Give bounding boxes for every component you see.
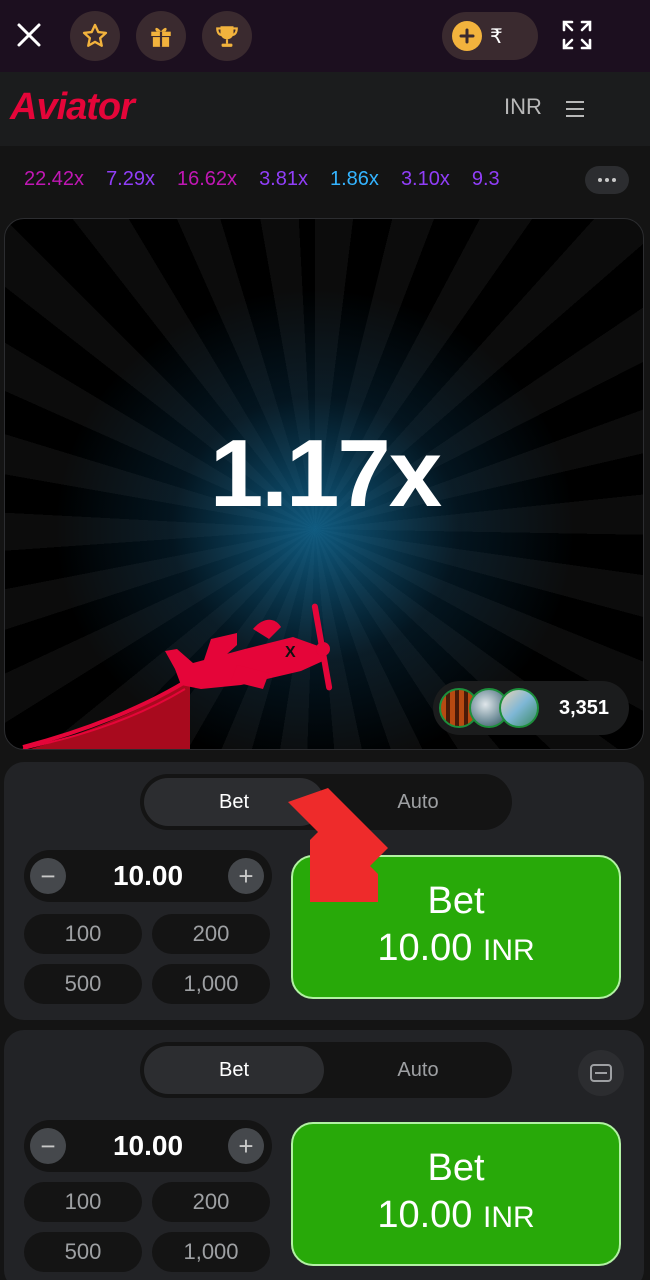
game-canvas: X 1.17x 3,351 [4, 218, 644, 750]
tab-auto[interactable]: Auto [328, 1046, 508, 1094]
trophy-button[interactable] [202, 11, 252, 61]
player-avatar [499, 688, 539, 728]
history-item: 22.42x [24, 168, 85, 190]
bet-button-label: Bet [427, 1146, 485, 1189]
bet-amount-input[interactable]: 10.00 [68, 1120, 228, 1172]
close-button[interactable] [10, 16, 48, 54]
red-arrow-icon [288, 788, 388, 902]
bet-button-label: Bet [427, 879, 485, 922]
top-bar: ₹ [0, 0, 650, 72]
bet-button-currency: INR [482, 1200, 535, 1234]
deposit-balance-button[interactable]: ₹ [442, 12, 538, 60]
star-icon [82, 23, 108, 47]
history-item: 1.86x [330, 168, 379, 190]
remove-panel-button[interactable] [578, 1050, 624, 1096]
history-item: 7.29x [106, 168, 155, 190]
airplane-icon: X [165, 603, 333, 691]
history-item: 3.81x [259, 168, 308, 190]
quick-amount-button[interactable]: 1,000 [152, 964, 270, 1004]
currency-symbol: ₹ [490, 25, 503, 48]
game-header: Aviator INR [0, 72, 650, 146]
history-item: 9.3 [471, 168, 500, 190]
ellipsis-icon [598, 178, 602, 182]
minus-square-icon [590, 1064, 612, 1082]
bet-mode-tabs: Bet Auto [140, 1042, 512, 1098]
fullscreen-icon [562, 20, 592, 50]
gift-button[interactable] [136, 11, 186, 61]
players-online: 3,351 [433, 681, 629, 735]
bet-button-amount: 10.00 [377, 1193, 473, 1236]
tab-bet[interactable]: Bet [144, 1046, 324, 1094]
svg-text:X: X [285, 644, 296, 661]
quick-amount-button[interactable]: 500 [24, 1232, 142, 1272]
multiplier-history: 22.42x 7.29x 16.62x 3.81x 1.86x 3.10x 9.… [0, 146, 650, 212]
quick-amount-button[interactable]: 1,000 [152, 1232, 270, 1272]
hamburger-menu-icon[interactable] [566, 94, 596, 124]
increase-amount-button[interactable]: + [228, 858, 264, 894]
bet-panel-2: Bet Auto − 10.00 + 100 200 500 1,000 Bet… [4, 1030, 644, 1280]
bet-button-amount: 10.00 [377, 926, 473, 969]
trophy-icon [216, 26, 238, 47]
quick-amount-button[interactable]: 200 [152, 1182, 270, 1222]
history-item: 16.62x [177, 168, 238, 190]
close-icon [17, 23, 41, 47]
decrease-amount-button[interactable]: − [30, 858, 66, 894]
increase-amount-button[interactable]: + [228, 1128, 264, 1164]
bet-button-currency: INR [482, 933, 535, 967]
currency-label: INR [504, 94, 542, 119]
bet-amount-stepper: − 10.00 + [24, 1120, 272, 1172]
bet-amount-stepper: − 10.00 + [24, 850, 272, 902]
quick-amount-button[interactable]: 500 [24, 964, 142, 1004]
aviator-logo: Aviator [10, 86, 135, 128]
player-count: 3,351 [559, 696, 610, 719]
current-multiplier: 1.17x [209, 420, 442, 527]
history-more-button[interactable] [585, 166, 629, 194]
quick-amount-button[interactable]: 100 [24, 914, 142, 954]
history-item: 3.10x [400, 168, 450, 190]
quick-amount-button[interactable]: 200 [152, 914, 270, 954]
favorites-button[interactable] [70, 11, 120, 61]
fullscreen-button[interactable] [556, 14, 598, 56]
gift-icon [151, 27, 171, 47]
quick-amount-button[interactable]: 100 [24, 1182, 142, 1222]
plus-icon [452, 21, 482, 51]
bet-amount-input[interactable]: 10.00 [68, 850, 228, 902]
decrease-amount-button[interactable]: − [30, 1128, 66, 1164]
place-bet-button[interactable]: Bet 10.00 INR [291, 1122, 621, 1266]
